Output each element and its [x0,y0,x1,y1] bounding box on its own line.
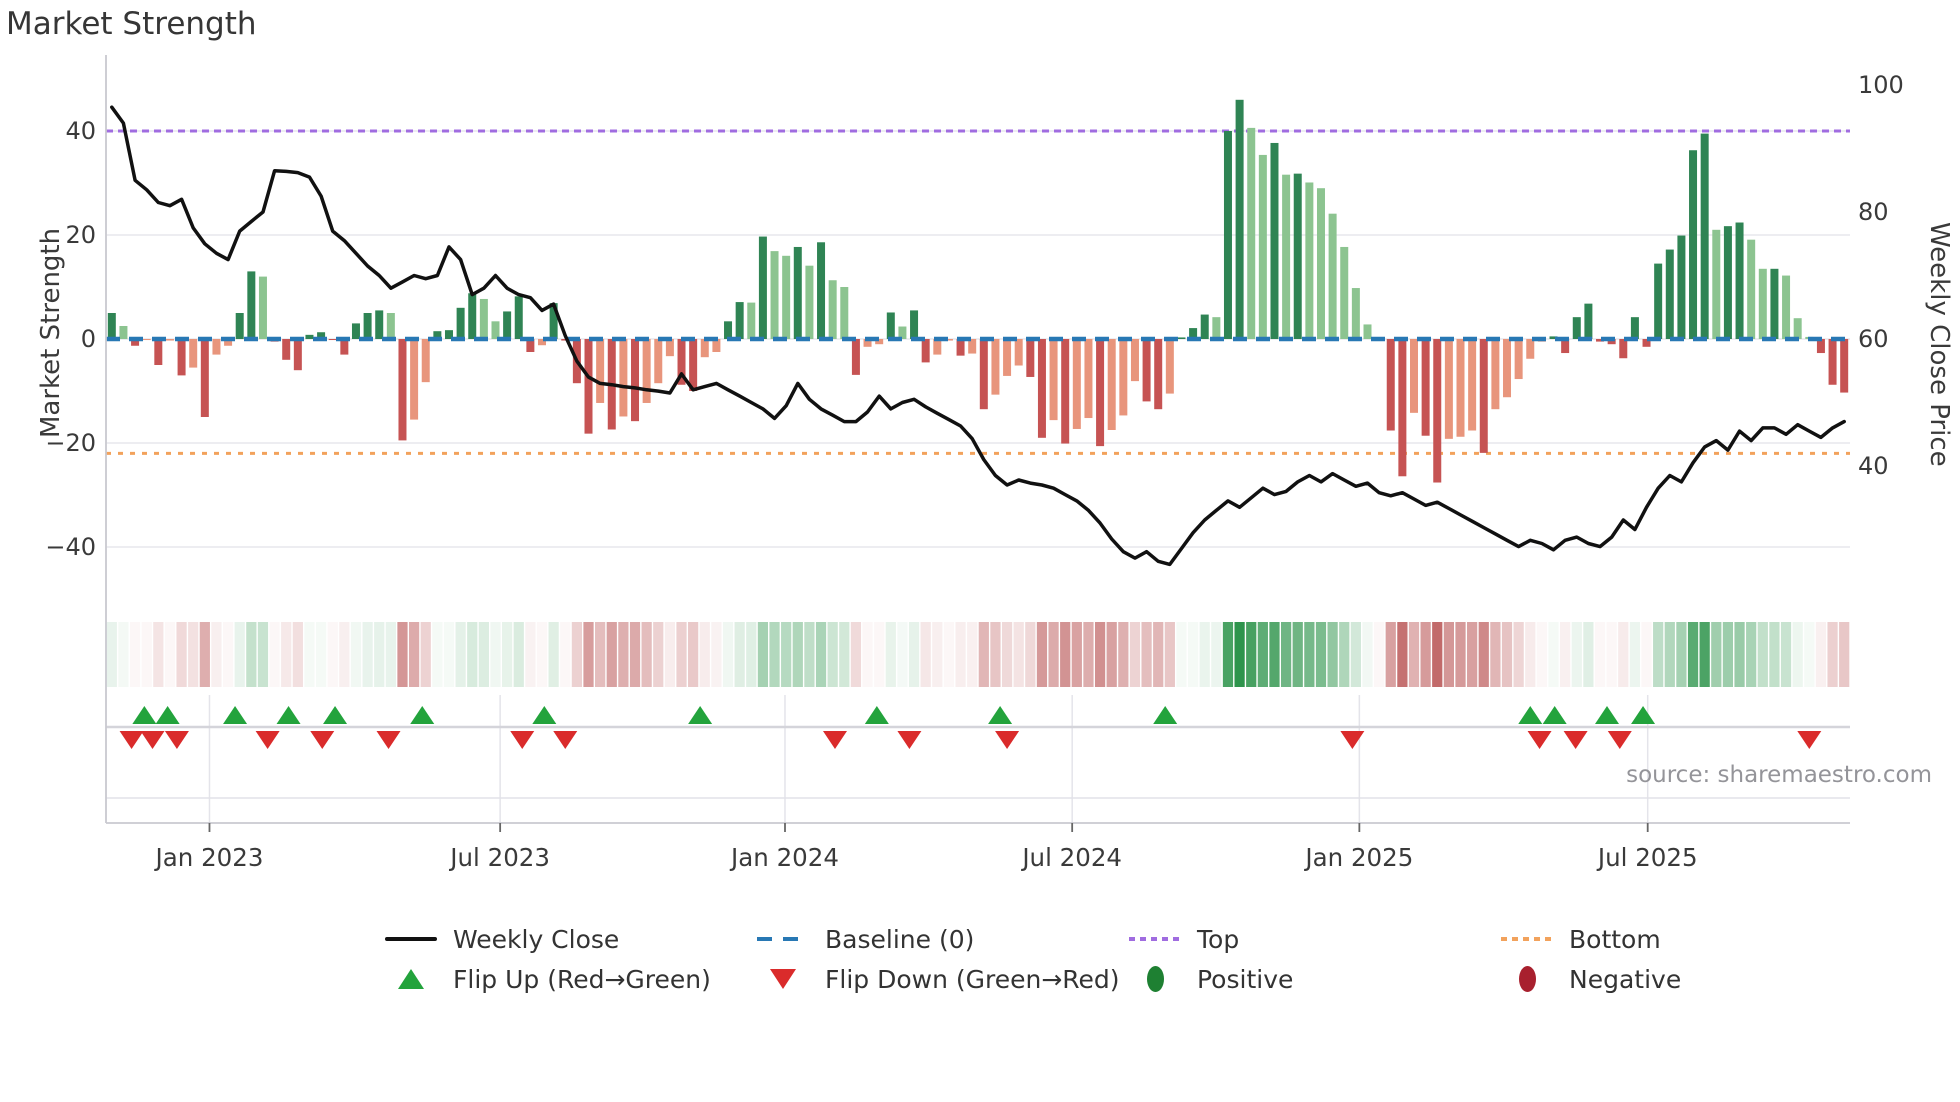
plot-canvas: 40200−20−40100806040Jan 2023 Jul 2023 Jan … [45,55,1904,872]
legend-label: Weekly Close [453,924,620,954]
market-strength-chart: 40 20 0 −20 −40 100 80 60 40 Jan 2023 Jul 2023 Jan … [0,0,1960,1102]
left-axis-label: Market Strength [36,227,66,438]
page-title: Market Strength [6,6,257,42]
positive-dot-icon [1127,966,1183,992]
svg-text:0: 0 [81,325,96,353]
legend-label: Top [1197,924,1240,954]
negative-dot-icon [1499,966,1555,992]
top-dotted-line-icon [1127,937,1183,941]
legend-label: Bottom [1569,924,1661,954]
baseline-dash-icon [755,937,811,941]
right-axis-label: Weekly Close Price [1924,222,1954,467]
legend-label: Positive [1197,964,1294,994]
svg-text:40: 40 [1858,452,1889,480]
source-attribution: source: sharemaestro.com [1626,762,1932,788]
svg-text:100: 100 [1858,71,1904,99]
svg-text:Jan 2024: Jan 2024 [729,843,839,872]
legend-baseline: Baseline (0) [755,922,974,956]
legend-top: Top [1127,922,1239,956]
flip-up-triangle-icon [383,969,439,989]
legend-negative: Negative [1499,962,1681,996]
legend-bottom: Bottom [1499,922,1661,956]
svg-text:−40: −40 [45,533,96,561]
svg-text:60: 60 [1858,325,1889,353]
legend-weekly-close: Weekly Close [383,922,619,956]
legend-flip-up: Flip Up (Red→Green) [383,962,711,996]
svg-text:40: 40 [65,117,96,145]
svg-text:Jul 2025: Jul 2025 [1596,843,1698,872]
legend-label: Flip Down (Green→Red) [825,964,1120,994]
legend-label: Baseline (0) [825,924,975,954]
svg-text:80: 80 [1858,198,1889,226]
legend-positive: Positive [1127,962,1293,996]
svg-text:Jul 2023: Jul 2023 [448,843,550,872]
svg-text:20: 20 [65,221,96,249]
legend-label: Negative [1569,964,1682,994]
legend-label: Flip Up (Red→Green) [453,964,711,994]
legend-flip-down: Flip Down (Green→Red) [755,962,1120,996]
svg-text:Jan 2025: Jan 2025 [1303,843,1413,872]
svg-text:Jul 2024: Jul 2024 [1020,843,1122,872]
flip-down-triangle-icon [755,969,811,989]
weekly-close-line-icon [383,937,439,941]
svg-text:Jan 2023: Jan 2023 [154,843,264,872]
bottom-dotted-line-icon [1499,937,1555,941]
